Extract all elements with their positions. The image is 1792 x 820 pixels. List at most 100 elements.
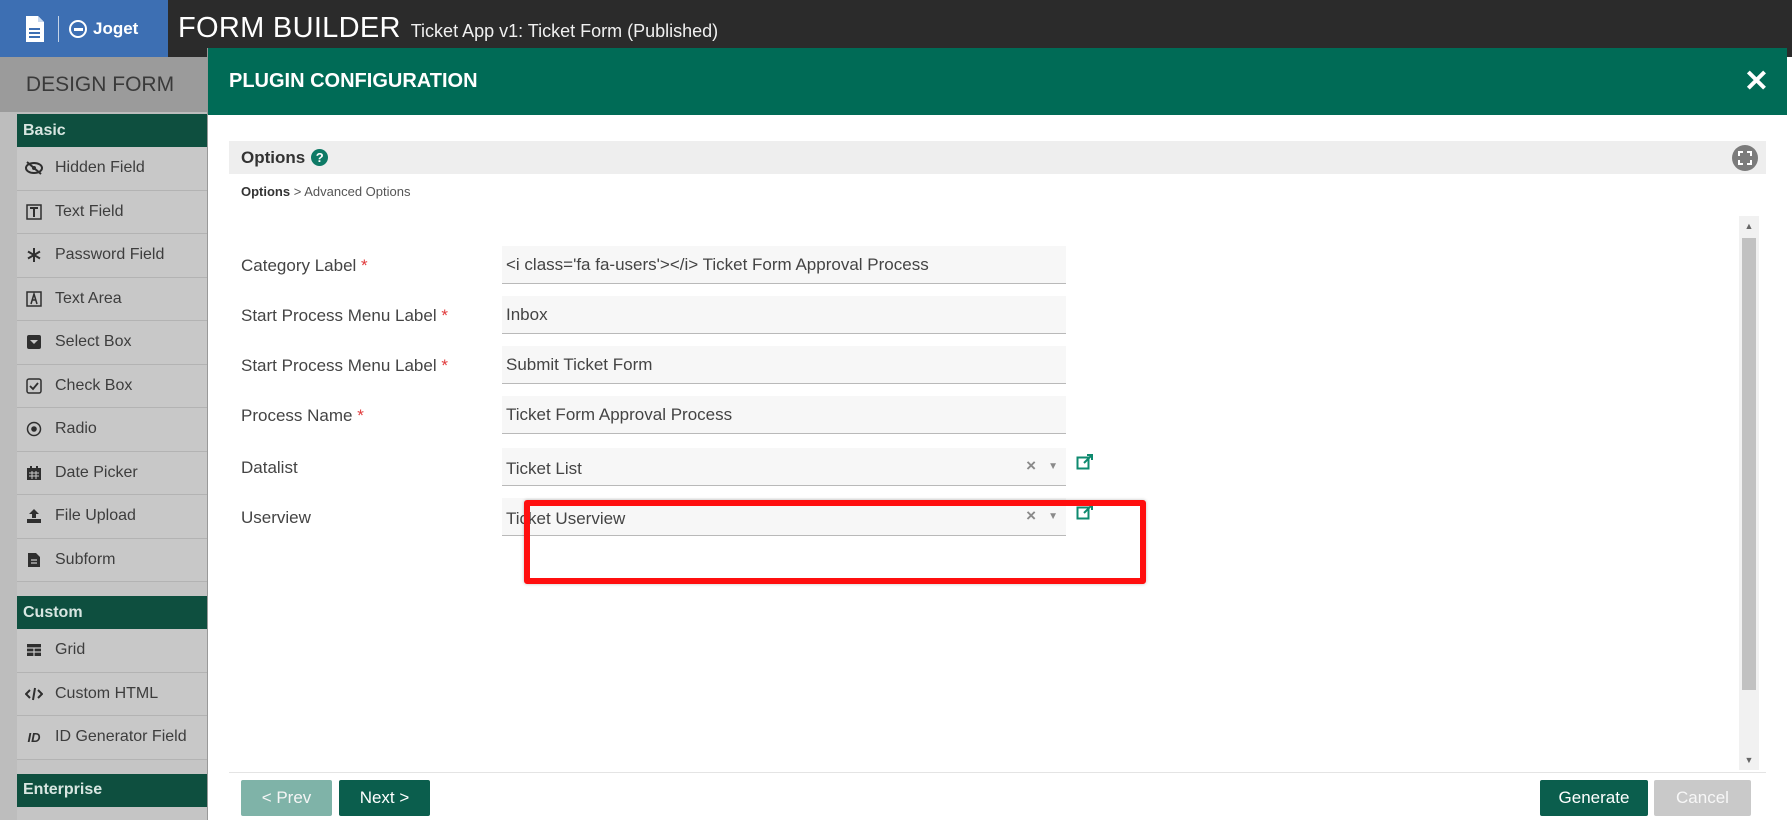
start-process-menu-label-2-input[interactable] <box>502 346 1066 384</box>
palette-item-text-field[interactable]: Text Field <box>17 190 210 234</box>
text-field-icon <box>25 203 43 221</box>
form-row-userview: Userview Ticket Userview × ▼ <box>229 498 1429 538</box>
clear-selection-icon[interactable]: × <box>1026 456 1036 476</box>
cancel-button[interactable]: Cancel <box>1654 780 1751 816</box>
help-icon[interactable]: ? <box>311 149 329 166</box>
required-marker: * <box>357 406 364 425</box>
palette-item-grid[interactable]: Grid <box>17 629 210 673</box>
dialog-header: PLUGIN CONFIGURATION ✕ <box>208 48 1787 115</box>
palette-spacer <box>17 759 210 774</box>
category-label-value[interactable] <box>506 255 1066 275</box>
prev-button[interactable]: < Prev <box>241 780 332 816</box>
field-label: Process Name * <box>241 406 364 426</box>
palette-item-label: Check Box <box>55 376 133 394</box>
chevron-down-icon[interactable]: ▼ <box>1048 511 1058 522</box>
page-title: FORM BUILDER Ticket App v1: Ticket Form … <box>178 12 718 45</box>
fullscreen-icon[interactable] <box>1732 144 1758 171</box>
dialog-title: PLUGIN CONFIGURATION <box>229 70 478 92</box>
eye-slash-icon <box>25 159 43 177</box>
brand-name: Joget <box>93 18 139 38</box>
palette-category-custom: Custom <box>17 596 210 629</box>
palette-item-hidden-field[interactable]: Hidden Field <box>17 147 210 191</box>
category-label-input[interactable] <box>502 246 1066 284</box>
close-icon[interactable]: ✕ <box>1744 66 1769 97</box>
form-row-start-process-menu-label: Start Process Menu Label * <box>229 296 1429 336</box>
element-palette: Basic Hidden Field Text Field Password F… <box>17 114 210 820</box>
process-name-value[interactable] <box>506 405 1066 425</box>
builder-subtitle: Ticket App v1: Ticket Form (Published) <box>410 21 719 41</box>
palette-item-file-upload[interactable]: File Upload <box>17 495 210 539</box>
palette-item-label: File Upload <box>55 507 136 525</box>
palette-item-date-picker[interactable]: Date Picker <box>17 451 210 495</box>
datalist-selected-value: Ticket List <box>506 459 582 478</box>
section-title-text: Options <box>241 147 306 167</box>
id-icon: ID <box>27 729 41 745</box>
datalist-select[interactable]: Ticket List × ▼ <box>502 448 1066 486</box>
userview-select[interactable]: Ticket Userview × ▼ <box>502 498 1066 536</box>
palette-item-label: Text Area <box>55 289 122 307</box>
palette-item-select-box[interactable]: Select Box <box>17 321 210 365</box>
palette-item-subform[interactable]: Subform <box>17 538 210 582</box>
palette-item-label: Text Field <box>55 202 124 220</box>
tab-design-form[interactable]: DESIGN FORM <box>0 57 210 112</box>
select-controls: × ▼ <box>1026 506 1058 526</box>
chevron-down-icon[interactable]: ▼ <box>1048 461 1058 472</box>
field-label: Start Process Menu Label * <box>241 306 448 326</box>
palette-item-label: Password Field <box>55 246 165 264</box>
upload-icon <box>25 507 43 525</box>
asterisk-icon <box>25 246 43 264</box>
scroll-down-icon[interactable]: ▼ <box>1739 750 1759 770</box>
builder-title: FORM BUILDER <box>178 12 401 44</box>
palette-item-text-area[interactable]: Text Area <box>17 277 210 321</box>
palette-item-label: ID Generator Field <box>55 728 187 746</box>
palette-item-label: Subform <box>55 550 116 568</box>
subform-icon <box>25 551 43 569</box>
next-button[interactable]: Next > <box>339 780 430 816</box>
palette-category-enterprise: Enterprise <box>17 773 210 807</box>
scroll-up-icon[interactable]: ▲ <box>1739 216 1759 236</box>
form-row-datalist: Datalist Ticket List × ▼ <box>229 448 1429 488</box>
palette-item-password-field[interactable]: Password Field <box>17 234 210 278</box>
breadcrumb-next[interactable]: Advanced Options <box>304 184 410 199</box>
start-process-menu-label-input[interactable] <box>502 296 1066 334</box>
select-box-icon <box>25 333 43 351</box>
external-link-icon[interactable] <box>1075 452 1095 472</box>
generate-button[interactable]: Generate <box>1540 780 1648 816</box>
field-label-text: Start Process Menu Label <box>241 356 437 375</box>
footer-divider <box>229 772 1766 773</box>
external-link-icon[interactable] <box>1075 502 1095 522</box>
scrollbar-thumb[interactable] <box>1742 238 1756 690</box>
palette-item-custom-html[interactable]: Custom HTML <box>17 672 210 716</box>
field-label-text: Process Name <box>241 406 353 425</box>
document-icon[interactable] <box>22 13 48 45</box>
field-label-text: Category Label <box>241 256 357 275</box>
palette-item-id-generator-field[interactable]: ID ID Generator Field <box>17 716 210 760</box>
breadcrumb-current[interactable]: Options <box>241 184 290 199</box>
form-scrollbar[interactable]: ▲ ▼ <box>1739 216 1759 770</box>
joget-logo-icon <box>69 19 87 38</box>
clear-selection-icon[interactable]: × <box>1026 506 1036 526</box>
palette-item-label: Select Box <box>55 333 132 351</box>
palette-spacer <box>17 582 210 596</box>
palette-item-label: Grid <box>55 641 86 659</box>
palette-item-label: Date Picker <box>55 463 138 481</box>
logo-area: Joget <box>0 0 168 57</box>
section-title: Options ? <box>241 147 329 168</box>
logo-separator <box>58 15 59 42</box>
field-label: Userview <box>241 508 311 527</box>
start-process-menu-label-value[interactable] <box>506 305 1066 325</box>
form-row-category-label: Category Label * <box>229 246 1429 286</box>
palette-item-check-box[interactable]: Check Box <box>17 364 210 408</box>
plugin-configuration-dialog: PLUGIN CONFIGURATION ✕ Options ? Options… <box>207 48 1787 820</box>
plugin-form: Category Label * Start Process Menu Labe… <box>229 216 1749 736</box>
form-row-process-name: Process Name * <box>229 396 1429 436</box>
field-label: Datalist <box>241 458 298 477</box>
required-marker: * <box>441 306 448 325</box>
field-label: Start Process Menu Label * <box>241 356 448 376</box>
palette-item-radio[interactable]: Radio <box>17 408 210 452</box>
start-process-menu-label-2-value[interactable] <box>506 355 1066 375</box>
process-name-input[interactable] <box>502 396 1066 434</box>
options-section-header: Options ? <box>229 141 1766 174</box>
joget-logo: Joget <box>69 19 138 39</box>
required-marker: * <box>361 256 368 275</box>
